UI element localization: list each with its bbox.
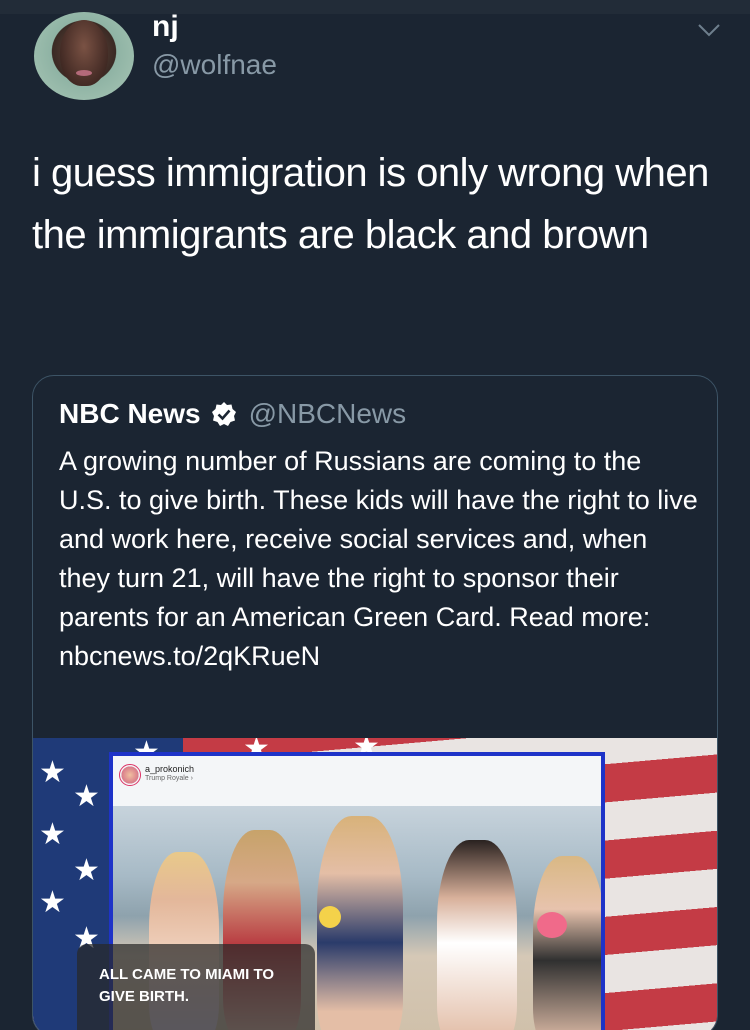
top-bar bbox=[0, 0, 750, 14]
star-icon: ★ bbox=[39, 886, 66, 919]
caption-overlay: ALL CAME TO MIAMI TO GIVE BIRTH. bbox=[77, 944, 315, 1030]
user-handle[interactable]: @wolfnae bbox=[152, 48, 277, 82]
instagram-location: Trump Royale › bbox=[145, 775, 193, 782]
video-caption: ALL CAME TO MIAMI TO GIVE BIRTH. bbox=[99, 966, 274, 1005]
quoted-user-handle: @NBCNews bbox=[248, 398, 407, 429]
quoted-display-name: NBC News bbox=[59, 398, 201, 429]
quoted-tweet-header: NBC News @NBCNews bbox=[59, 394, 406, 434]
person-figure bbox=[437, 840, 517, 1030]
tweet-text: i guess immigration is only wrong when t… bbox=[32, 151, 709, 257]
quoted-tweet-card[interactable]: NBC News @NBCNews A growing number of Ru… bbox=[32, 375, 718, 1030]
quoted-tweet-text: A growing number of Russians are coming … bbox=[59, 446, 698, 671]
star-icon: ★ bbox=[39, 756, 66, 789]
avatar-lips bbox=[76, 70, 92, 76]
avatar[interactable] bbox=[34, 12, 134, 100]
verified-badge-icon bbox=[211, 402, 236, 426]
display-name[interactable]: nj bbox=[152, 10, 179, 44]
heart-sticker bbox=[537, 912, 567, 938]
tweet-page: nj @wolfnae i guess immigration is only … bbox=[0, 0, 750, 1030]
chevron-down-icon[interactable] bbox=[696, 20, 722, 40]
instagram-username: a_prokonich bbox=[145, 764, 195, 774]
avatar-face bbox=[60, 20, 108, 86]
star-icon: ★ bbox=[39, 818, 66, 851]
emoji-sticker bbox=[319, 906, 341, 928]
star-icon: ★ bbox=[73, 854, 100, 887]
person-figure bbox=[533, 856, 601, 1030]
quoted-tweet-media[interactable]: ★ ★ ★ ★ ★ ★ ★ ★ ★ a_prokonich Trump Roya… bbox=[33, 738, 717, 1030]
star-icon: ★ bbox=[73, 780, 100, 813]
instagram-avatar bbox=[119, 764, 141, 786]
